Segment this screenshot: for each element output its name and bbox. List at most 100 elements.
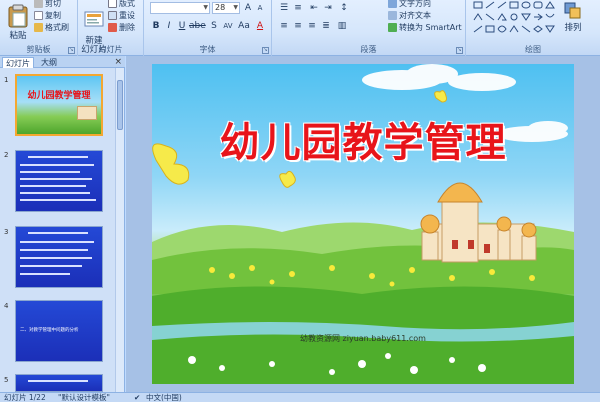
delete-button[interactable]: 删除 [108,22,135,33]
text-line [20,164,94,166]
slide-title[interactable]: 幼儿园教学管理 [152,110,574,168]
line-spacing-icon[interactable]: ↕ [338,2,350,14]
slide-thumbnail-4[interactable]: 二、对教学管理中问题的分析 [15,300,103,362]
copy-icon [34,11,43,20]
chevron-down-icon: ▼ [203,4,208,11]
change-case-icon[interactable]: Aa [238,20,250,32]
delete-label: 删除 [119,23,135,32]
thumb-number: 4 [4,302,9,310]
text-line [20,199,96,201]
font-group-label: 字体 [199,45,216,54]
thumb-title: 幼儿园教学管理 [27,91,91,101]
shadow-icon[interactable]: S [208,20,220,32]
brush-icon [34,23,43,32]
layout-button[interactable]: 版式 [108,0,135,9]
text-line [28,156,88,158]
font-size-combo[interactable]: 28 ▼ [212,2,240,14]
paragraph-launcher[interactable]: ↘ [456,47,463,54]
chevron-down-icon: ▼ [233,4,238,11]
clipboard-group-label: 剪贴板 [26,45,51,54]
shrink-font-icon[interactable]: A [254,2,266,14]
font-size-value: 28 [215,3,226,12]
new-slide-icon [84,11,104,27]
drawing-group: 排列 绘图 [466,0,600,56]
spell-check-icon[interactable]: ✔ [134,393,140,402]
butterfly-image [434,90,447,103]
slide-thumbnail-3[interactable] [15,226,103,288]
font-color-icon[interactable]: A [254,20,266,32]
font-name-combo[interactable]: ▼ [150,2,210,14]
spacing-icon[interactable]: AV [222,20,234,32]
text-line [28,380,88,382]
text-line [20,192,90,194]
text-line [28,232,88,234]
align-text-icon [388,11,397,20]
text-line [20,171,80,173]
justify-icon[interactable]: ≣ [320,20,332,32]
text-line [20,273,70,275]
drawing-group-label: 绘图 [525,45,541,54]
shapes-gallery[interactable] [472,0,556,36]
smartart-icon [388,23,397,32]
thumb-text: 二、对教学管理中问题的分析 [20,328,79,333]
delete-icon [108,23,117,32]
slide-thumbnail-1[interactable]: 幼儿园教学管理 [15,74,103,136]
slide-thumbnail-2[interactable] [15,150,103,212]
tab-outline[interactable]: 大纲 [38,57,60,68]
format-painter-button[interactable]: 格式刷 [34,22,69,33]
pane-tabs: 幻灯片 大纲 × [0,56,125,68]
castle-image [77,106,97,120]
grow-font-icon[interactable]: A [242,2,254,14]
increase-indent-icon[interactable]: ⇥ [322,2,334,14]
arrange-button[interactable]: 排列 [562,2,584,33]
language-indicator[interactable]: 中文(中国) [146,393,182,402]
font-group: ▼ 28 ▼ A A B I U abe S AV Aa A 字体 ↘ [144,0,272,56]
thumb-number: 1 [4,76,9,84]
text-line [20,178,92,180]
bold-icon[interactable]: B [150,20,162,32]
align-text-button[interactable]: 对齐文本 [388,10,431,21]
paragraph-group: ☰ ≡ ⇤ ⇥ ↕ 文字方向 对齐文本 ≡ ≡ ≡ ≣ ▥ 转换为 SmartA… [272,0,466,56]
bullets-icon[interactable]: ☰ [278,2,290,14]
copy-button[interactable]: 复制 [34,10,61,21]
arrange-icon [564,2,581,19]
current-slide[interactable]: 幼儿园教学管理 幼教资源网 ziyuan.baby611.com [152,64,574,384]
align-left-icon[interactable]: ≡ [278,20,290,32]
ribbon: 粘贴 剪切 复制 格式刷 剪贴板 ↘ 新建 幻灯片 版式 重设 删除 幻灯片 ▼… [0,0,600,56]
text-line [20,265,82,267]
paste-button[interactable]: 粘贴 [4,4,32,41]
tab-slides[interactable]: 幻灯片 [2,57,34,68]
reset-button[interactable]: 重设 [108,10,135,21]
clipboard-launcher[interactable]: ↘ [68,47,75,54]
underline-icon[interactable]: U [176,20,188,32]
pane-scrollbar[interactable] [115,68,124,392]
columns-icon[interactable]: ▥ [336,20,348,32]
text-direction-button[interactable]: 文字方向 [388,0,431,9]
align-center-icon[interactable]: ≡ [292,20,304,32]
font-launcher[interactable]: ↘ [262,47,269,54]
text-line [20,257,92,259]
paste-label: 粘贴 [9,31,27,41]
thumb-number: 5 [4,376,9,384]
cut-button[interactable]: 剪切 [34,0,61,9]
layout-icon [108,0,117,8]
slide-count: 幻灯片 1/22 [4,393,46,402]
strikethrough-icon[interactable]: abe [189,20,206,32]
align-right-icon[interactable]: ≡ [306,20,318,32]
slide-thumbnail-5[interactable] [15,374,103,392]
numbering-icon[interactable]: ≡ [292,2,304,14]
smartart-label: 转换为 SmartArt [399,23,462,32]
italic-icon[interactable]: I [163,20,175,32]
scissors-icon [34,0,43,8]
convert-smartart-button[interactable]: 转换为 SmartArt [388,22,462,33]
arrange-label: 排列 [564,23,582,33]
clipboard-group: 粘贴 剪切 复制 格式刷 剪贴板 ↘ [0,0,78,56]
slide-canvas: 幼儿园教学管理 幼教资源网 ziyuan.baby611.com [126,56,600,392]
text-line [20,185,86,187]
close-icon[interactable]: × [114,56,122,68]
cut-label: 剪切 [45,0,61,8]
scrollbar-thumb[interactable] [117,80,123,130]
status-bar: 幻灯片 1/22 "默认设计模板" ✔ 中文(中国) [0,392,600,402]
slides-pane: 幻灯片 大纲 × 1 幼儿园教学管理 2 3 4 二、对教学管理中问题的分析 5 [0,56,125,392]
decrease-indent-icon[interactable]: ⇤ [308,2,320,14]
